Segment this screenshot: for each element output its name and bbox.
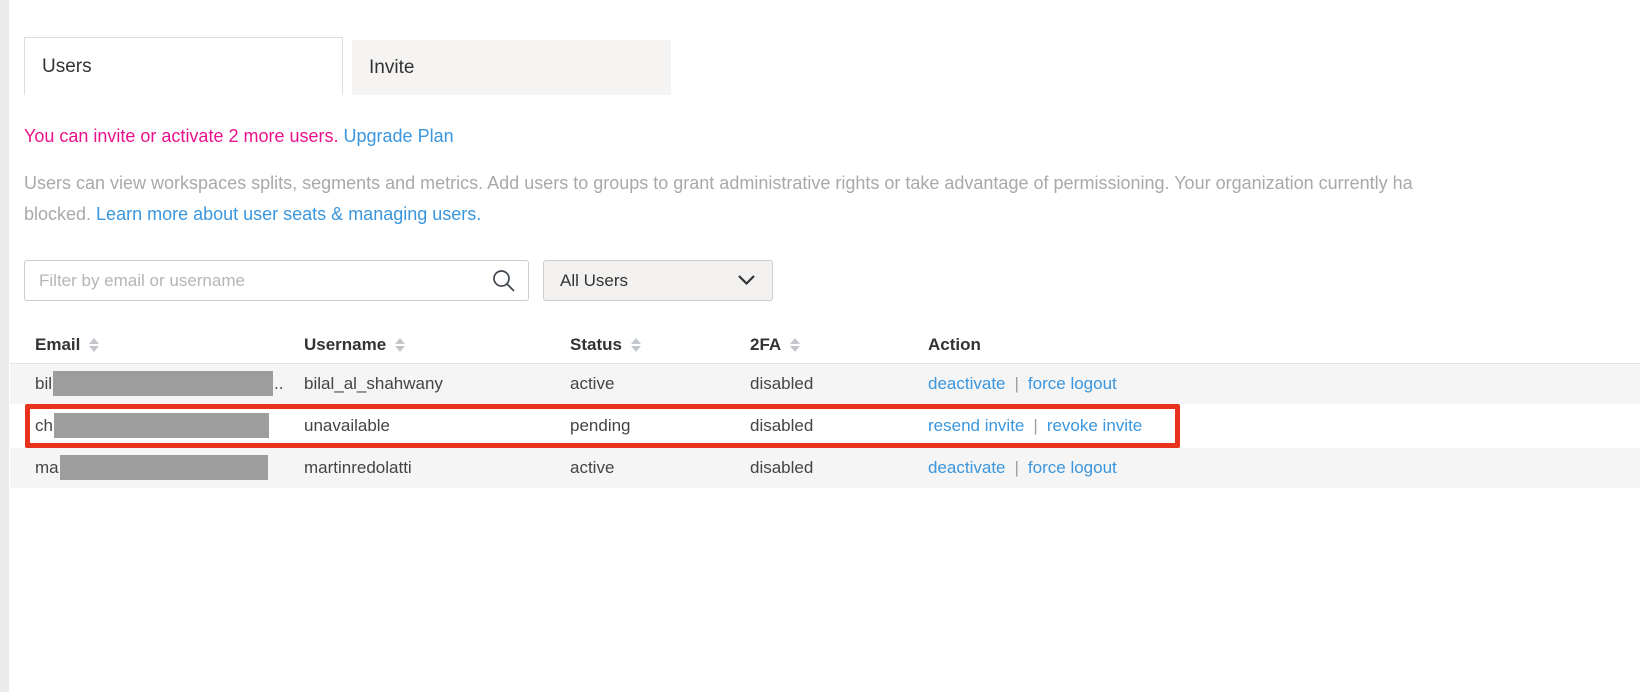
users-description-line1: Users can view workspaces splits, segmen… [24, 168, 1640, 199]
email-prefix: ch [35, 415, 53, 434]
table-row: bil.. bilal_al_shahwany active disabled … [10, 364, 1640, 404]
filter-toolbar: All Users [10, 260, 1640, 301]
sort-icon[interactable] [790, 338, 800, 352]
search-icon [491, 268, 517, 299]
filter-box [24, 260, 529, 301]
user-admin-panel: Users Invite You can invite or activate … [10, 0, 1640, 692]
quota-notice: You can invite or activate 2 more users.… [10, 126, 1640, 147]
action-separator: | [1015, 458, 1019, 477]
cell-status: active [570, 458, 750, 478]
table-row-highlighted: ch unavailable pending disabled resend i… [10, 404, 1640, 448]
deactivate-link[interactable]: deactivate [928, 374, 1006, 393]
redacted-email-block [53, 371, 273, 396]
sort-icon[interactable] [89, 338, 99, 352]
header-2fa: 2FA [750, 335, 928, 355]
learn-more-link[interactable]: Learn more about user seats & managing u… [96, 204, 481, 224]
action-separator: | [1015, 374, 1019, 393]
cell-status: pending [570, 416, 750, 436]
chevron-down-icon [737, 271, 756, 291]
redacted-email-block [54, 413, 269, 438]
cell-2fa: disabled [750, 458, 928, 478]
cell-actions: deactivate | force logout [928, 374, 1640, 394]
users-description-line2-text: blocked. [24, 204, 96, 224]
header-username-label: Username [304, 335, 386, 355]
user-filter-selected: All Users [560, 271, 628, 291]
quota-notice-text: You can invite or activate 2 more users. [24, 126, 339, 146]
cell-username: unavailable [304, 416, 570, 436]
page-left-gutter [0, 0, 9, 692]
user-filter-dropdown[interactable]: All Users [543, 260, 773, 301]
users-table-header: Email Username Status 2FA Action [10, 327, 1640, 364]
deactivate-link[interactable]: deactivate [928, 458, 1006, 477]
header-action-label: Action [928, 335, 981, 355]
cell-2fa: disabled [750, 374, 928, 394]
users-description-line2: blocked. Learn more about user seats & m… [24, 199, 1640, 230]
header-username: Username [304, 335, 570, 355]
tab-users-label: Users [42, 56, 92, 78]
upgrade-plan-link[interactable]: Upgrade Plan [344, 126, 454, 146]
cell-status: active [570, 374, 750, 394]
tab-bar: Users Invite [10, 37, 1640, 95]
cell-2fa: disabled [750, 416, 928, 436]
cell-email: ma [35, 456, 304, 481]
table-row: ma martinredolatti active disabled deact… [10, 448, 1640, 488]
tab-users[interactable]: Users [24, 37, 343, 95]
action-separator: | [1033, 416, 1037, 435]
resend-invite-link[interactable]: resend invite [928, 416, 1024, 435]
cell-username: martinredolatti [304, 458, 570, 478]
header-action: Action [928, 335, 1640, 355]
cell-actions: deactivate | force logout [928, 458, 1640, 478]
header-status: Status [570, 335, 750, 355]
email-suffix: .. [274, 373, 283, 392]
cell-email: bil.. [35, 372, 304, 397]
cell-actions: resend invite | revoke invite [928, 416, 1640, 436]
header-status-label: Status [570, 335, 622, 355]
filter-input[interactable] [24, 260, 529, 301]
tab-invite[interactable]: Invite [352, 40, 671, 95]
header-2fa-label: 2FA [750, 335, 781, 355]
cell-username: bilal_al_shahwany [304, 374, 570, 394]
header-email: Email [35, 335, 304, 355]
tab-invite-label: Invite [369, 57, 414, 79]
email-prefix: bil [35, 373, 52, 392]
cell-email: ch [35, 414, 304, 439]
redacted-email-block [60, 455, 268, 480]
force-logout-link[interactable]: force logout [1028, 374, 1117, 393]
sort-icon[interactable] [395, 338, 405, 352]
email-prefix: ma [35, 457, 59, 476]
revoke-invite-link[interactable]: revoke invite [1047, 416, 1142, 435]
users-table: Email Username Status 2FA Action bil.. [10, 327, 1640, 488]
sort-icon[interactable] [631, 338, 641, 352]
force-logout-link[interactable]: force logout [1028, 458, 1117, 477]
users-description: Users can view workspaces splits, segmen… [10, 168, 1640, 230]
header-email-label: Email [35, 335, 80, 355]
